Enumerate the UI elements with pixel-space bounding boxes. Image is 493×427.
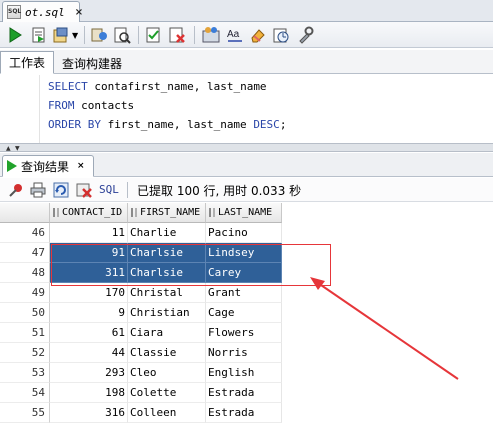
tab-worksheet[interactable]: 工作表 bbox=[0, 51, 54, 74]
cell-contact-id[interactable]: 198 bbox=[50, 383, 128, 403]
cell-contact-id[interactable]: 61 bbox=[50, 323, 128, 343]
close-icon[interactable]: × bbox=[75, 7, 83, 18]
column-header-first-name[interactable]: FIRST_NAME bbox=[128, 203, 206, 223]
editor-tabs: 工作表 查询构建器 bbox=[0, 50, 493, 74]
annotation-highlight-box bbox=[51, 244, 331, 286]
cell-contact-id[interactable]: 44 bbox=[50, 343, 128, 363]
collapse-down-icon[interactable]: ▼ bbox=[15, 145, 20, 152]
run-icon bbox=[7, 160, 17, 172]
commit-icon[interactable] bbox=[52, 26, 70, 44]
svg-text:Aa: Aa bbox=[227, 29, 240, 40]
table-row[interactable]: 50 9 Christian Cage bbox=[0, 303, 493, 323]
cell-last-name[interactable]: Pacino bbox=[206, 223, 282, 243]
row-number: 47 bbox=[0, 243, 50, 263]
table-row[interactable]: 49 170 Christal Grant bbox=[0, 283, 493, 303]
table-row[interactable]: 46 11 Charlie Pacino bbox=[0, 223, 493, 243]
document-tab-strip: SQL ot.sql × bbox=[0, 0, 493, 22]
row-number-header bbox=[0, 203, 50, 223]
cell-first-name[interactable]: Christian bbox=[128, 303, 206, 323]
close-icon[interactable]: × bbox=[77, 161, 85, 171]
cell-contact-id[interactable]: 9 bbox=[50, 303, 128, 323]
format-icon[interactable]: Aa bbox=[226, 26, 244, 44]
table-row[interactable]: 51 61 Ciara Flowers bbox=[0, 323, 493, 343]
pin-icon[interactable] bbox=[8, 182, 24, 198]
code-line-1: SELECT contafirst_name, last_name bbox=[48, 80, 267, 93]
document-tab-label: ot.sql bbox=[25, 5, 65, 19]
history-icon[interactable] bbox=[272, 26, 290, 44]
results-tab-label: 查询结果 bbox=[21, 159, 70, 174]
row-number: 54 bbox=[0, 383, 50, 403]
cell-first-name[interactable]: Cleo bbox=[128, 363, 206, 383]
cell-first-name[interactable]: Ciara bbox=[128, 323, 206, 343]
cell-contact-id[interactable]: 170 bbox=[50, 283, 128, 303]
fetch-status: 已提取 100 行, 用时 0.033 秒 bbox=[137, 184, 302, 198]
print-icon[interactable] bbox=[30, 182, 46, 198]
autotrace-icon[interactable] bbox=[145, 26, 163, 44]
cell-last-name[interactable]: Cage bbox=[206, 303, 282, 323]
sql-tuning-icon[interactable] bbox=[168, 26, 186, 44]
editor-gutter bbox=[0, 75, 40, 143]
code-line-2: FROM contacts bbox=[48, 99, 135, 112]
table-row[interactable]: 55 316 Colleen Estrada bbox=[0, 403, 493, 423]
column-type-icon bbox=[131, 208, 137, 217]
rollback-icon[interactable] bbox=[90, 26, 108, 44]
run-statement-icon[interactable] bbox=[6, 26, 24, 44]
row-number: 48 bbox=[0, 263, 50, 283]
results-grid[interactable]: CONTACT_ID FIRST_NAME LAST_NAME 46 11 Char… bbox=[0, 203, 493, 427]
column-header-contact-id[interactable]: CONTACT_ID bbox=[50, 203, 128, 223]
unshared-sql-icon[interactable] bbox=[202, 26, 220, 44]
cell-first-name[interactable]: Charlie bbox=[128, 223, 206, 243]
eraser-icon[interactable] bbox=[249, 26, 267, 44]
cell-first-name[interactable]: Christal bbox=[128, 283, 206, 303]
row-number: 46 bbox=[0, 223, 50, 243]
tab-query-result[interactable]: 查询结果 × bbox=[2, 155, 94, 177]
refresh-icon[interactable] bbox=[53, 182, 69, 198]
column-type-icon bbox=[53, 208, 59, 217]
worksheet-toolbar: ▼ Aa bbox=[0, 22, 493, 48]
cell-contact-id[interactable]: 316 bbox=[50, 403, 128, 423]
run-script-icon[interactable] bbox=[30, 26, 48, 44]
collapse-up-icon[interactable]: ▲ bbox=[6, 145, 11, 152]
row-number: 51 bbox=[0, 323, 50, 343]
row-number: 55 bbox=[0, 403, 50, 423]
document-tab[interactable]: SQL ot.sql × bbox=[2, 1, 83, 22]
column-header-last-name[interactable]: LAST_NAME bbox=[206, 203, 282, 223]
cell-contact-id[interactable]: 293 bbox=[50, 363, 128, 383]
cell-first-name[interactable]: Colette bbox=[128, 383, 206, 403]
tab-query-builder[interactable]: 查询构建器 bbox=[62, 54, 122, 72]
cell-last-name[interactable]: Grant bbox=[206, 283, 282, 303]
cancel-query-icon[interactable] bbox=[76, 182, 92, 198]
cell-last-name[interactable]: Norris bbox=[206, 343, 282, 363]
results-toolbar: SQL 已提取 100 行, 用时 0.033 秒 bbox=[0, 178, 493, 202]
table-row[interactable]: 52 44 Classie Norris bbox=[0, 343, 493, 363]
row-number: 49 bbox=[0, 283, 50, 303]
row-number: 52 bbox=[0, 343, 50, 363]
cell-last-name[interactable]: Estrada bbox=[206, 383, 282, 403]
row-number: 50 bbox=[0, 303, 50, 323]
sql-file-icon: SQL bbox=[7, 5, 21, 19]
pane-splitter[interactable]: ▲ ▼ bbox=[0, 143, 493, 152]
results-tab-bar: 查询结果 × bbox=[0, 153, 493, 177]
cell-contact-id[interactable]: 11 bbox=[50, 223, 128, 243]
sql-editor[interactable]: SELECT contafirst_name, last_name FROM c… bbox=[0, 75, 493, 143]
cell-first-name[interactable]: Colleen bbox=[128, 403, 206, 423]
cell-last-name[interactable]: Estrada bbox=[206, 403, 282, 423]
cell-last-name[interactable]: Flowers bbox=[206, 323, 282, 343]
row-number: 53 bbox=[0, 363, 50, 383]
chevron-down-icon[interactable]: ▼ bbox=[72, 31, 78, 40]
explain-plan-icon[interactable] bbox=[113, 26, 131, 44]
code-line-3: ORDER BY first_name, last_name DESC; bbox=[48, 118, 287, 131]
sql-button[interactable]: SQL bbox=[99, 183, 119, 196]
column-type-icon bbox=[209, 208, 215, 217]
table-row[interactable]: 53 293 Cleo English bbox=[0, 363, 493, 383]
cell-last-name[interactable]: English bbox=[206, 363, 282, 383]
cell-first-name[interactable]: Classie bbox=[128, 343, 206, 363]
table-row[interactable]: 54 198 Colette Estrada bbox=[0, 383, 493, 403]
tools-icon[interactable] bbox=[296, 26, 314, 44]
